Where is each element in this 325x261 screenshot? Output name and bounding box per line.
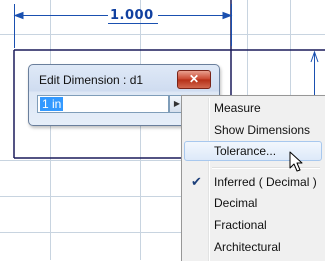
menu-item-label: Measure	[214, 101, 261, 115]
menu-item-label: Architectural	[214, 240, 281, 254]
menu-item-label: Inferred ( Decimal )	[214, 175, 317, 189]
close-icon: ✕	[188, 72, 200, 86]
menu-item-label: Show Dimensions	[214, 123, 311, 137]
dimension-value[interactable]: 1.000	[110, 8, 154, 23]
menu-separator	[212, 167, 320, 168]
dimension-context-menu: Measure Show Dimensions Tolerance... ✔ I…	[181, 95, 325, 261]
vertical-dimension-arrow	[310, 50, 319, 96]
menu-item-decimal[interactable]: Decimal	[184, 193, 322, 213]
menu-item-measure[interactable]: Measure	[184, 98, 322, 118]
menu-item-inferred-decimal[interactable]: ✔ Inferred ( Decimal )	[184, 172, 322, 192]
menu-item-label: Tolerance...	[214, 144, 277, 158]
chevron-right-icon: ▶	[173, 99, 181, 108]
mouse-pointer-icon	[289, 151, 303, 172]
menu-item-show-dimensions[interactable]: Show Dimensions	[184, 120, 322, 140]
checkmark-icon: ✔	[191, 174, 202, 189]
menu-item-fractional[interactable]: Fractional	[184, 215, 322, 235]
close-button[interactable]: ✕	[177, 70, 211, 89]
menu-item-label: Decimal	[214, 196, 258, 210]
dimension-value-text: 1 in	[40, 97, 64, 111]
dimension-value-input[interactable]: 1 in	[37, 95, 169, 113]
menu-item-architectural[interactable]: Architectural	[184, 237, 322, 257]
dialog-title: Edit Dimension : d1	[39, 73, 144, 87]
menu-item-label: Fractional	[214, 218, 267, 232]
